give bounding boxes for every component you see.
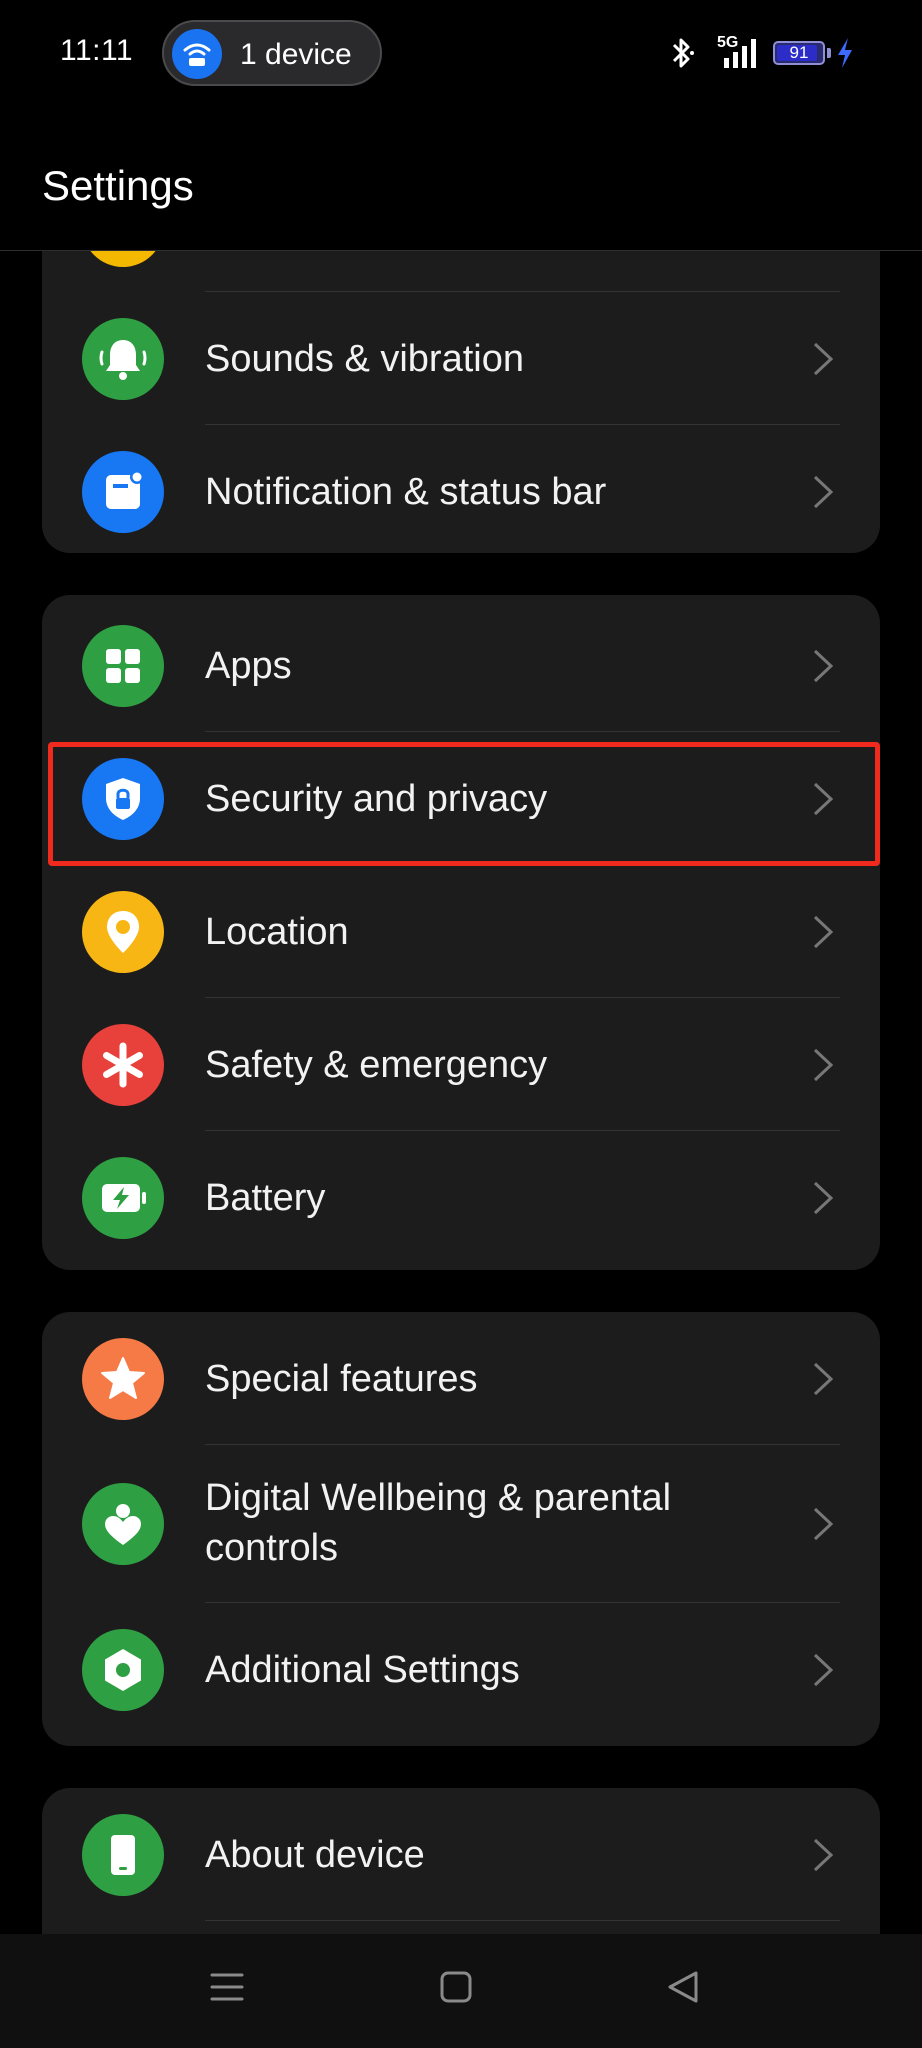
home-icon[interactable]	[439, 1970, 473, 2004]
chevron-right-icon	[813, 342, 834, 376]
settings-item-label: About device	[205, 1834, 425, 1876]
status-time: 11:11	[60, 34, 134, 67]
back-icon[interactable]	[666, 1970, 700, 2004]
notification-icon	[82, 451, 164, 533]
settings-group-3: Special features Digital Wellbeing & par…	[42, 1312, 880, 1746]
chevron-right-icon	[813, 782, 834, 816]
hotspot-device-pill[interactable]: 1 device	[162, 20, 382, 86]
settings-list[interactable]: Sounds & vibration Notification & status…	[0, 251, 922, 1934]
battery-icon: 91	[773, 41, 825, 65]
settings-group-4: About device	[42, 1788, 880, 1934]
star-icon	[82, 1338, 164, 1420]
chevron-right-icon	[813, 649, 834, 683]
signal-5g-icon	[724, 39, 756, 68]
settings-item-location[interactable]: Location	[42, 865, 880, 998]
settings-item-label: Security and privacy	[205, 778, 548, 820]
wellbeing-icon	[82, 1483, 164, 1565]
partial-yellow-icon	[82, 251, 164, 267]
row-divider	[205, 1920, 840, 1921]
settings-item-label: Safety & emergency	[205, 1044, 548, 1086]
phone-icon	[82, 1814, 164, 1896]
settings-item-security-privacy[interactable]: Security and privacy	[42, 732, 880, 865]
settings-item-label: Location	[205, 911, 349, 953]
chevron-right-icon	[813, 915, 834, 949]
shield-lock-icon	[82, 758, 164, 840]
settings-item-battery[interactable]: Battery	[42, 1131, 880, 1264]
settings-item-label: Special features	[205, 1358, 478, 1400]
apps-grid-icon	[82, 625, 164, 707]
hotspot-device-label: 1 device	[240, 38, 352, 71]
location-pin-icon	[82, 891, 164, 973]
charging-bolt-icon	[838, 38, 852, 68]
settings-item-label: Additional Settings	[205, 1649, 520, 1691]
settings-item-safety-emergency[interactable]: Safety & emergency	[42, 998, 880, 1131]
asterisk-icon	[82, 1024, 164, 1106]
battery-tip	[827, 48, 831, 58]
bluetooth-icon	[672, 38, 694, 68]
chevron-right-icon	[813, 475, 834, 509]
chevron-right-icon	[813, 1048, 834, 1082]
settings-group-1: Sounds & vibration Notification & status…	[42, 251, 880, 553]
gear-icon	[82, 1629, 164, 1711]
settings-item-label: Digital Wellbeing & parental controls	[205, 1477, 672, 1569]
settings-item-partial[interactable]	[42, 251, 880, 292]
page-title: Settings	[42, 162, 194, 209]
settings-item-sounds-vibration[interactable]: Sounds & vibration	[42, 292, 880, 425]
settings-item-apps[interactable]: Apps	[42, 599, 880, 732]
menu-icon[interactable]	[210, 1970, 244, 2004]
chevron-right-icon	[813, 1653, 834, 1687]
chevron-right-icon	[813, 1181, 834, 1215]
hotspot-icon	[172, 29, 222, 79]
settings-item-label: Notification & status bar	[205, 471, 607, 513]
chevron-right-icon	[813, 1507, 834, 1541]
battery-level: 91	[789, 43, 809, 62]
settings-item-notification-status-bar[interactable]: Notification & status bar	[42, 425, 880, 553]
settings-item-label: Sounds & vibration	[205, 338, 524, 380]
battery-charging-icon	[82, 1157, 164, 1239]
settings-item-special-features[interactable]: Special features	[42, 1312, 880, 1445]
settings-group-2: Apps Security and privacy Location Safet…	[42, 595, 880, 1270]
settings-item-about-device[interactable]: About device	[42, 1788, 880, 1921]
settings-item-label: Apps	[205, 645, 292, 687]
settings-item-label: Battery	[205, 1177, 326, 1219]
bell-icon	[82, 318, 164, 400]
navigation-bar	[0, 1934, 922, 2048]
settings-item-additional-settings[interactable]: Additional Settings	[42, 1603, 880, 1736]
settings-item-digital-wellbeing[interactable]: Digital Wellbeing & parental controls	[42, 1445, 880, 1603]
status-bar: 11:11 1 device 5G 91	[0, 0, 922, 104]
chevron-right-icon	[813, 1362, 834, 1396]
chevron-right-icon	[813, 1838, 834, 1872]
